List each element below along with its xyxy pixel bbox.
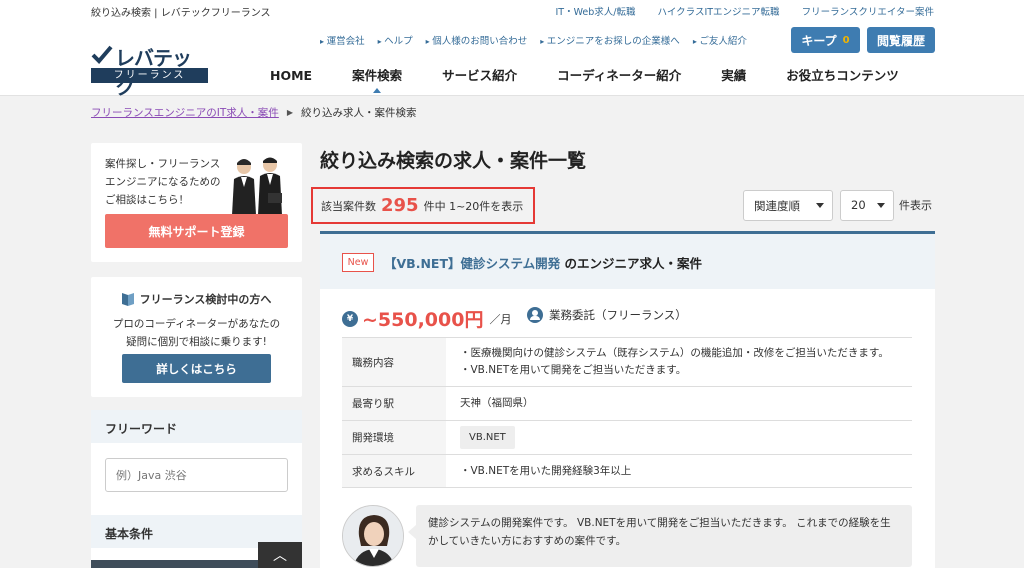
nav-contents[interactable]: お役立ちコンテンツ: [766, 66, 919, 88]
logo-subtext: フリーランス: [91, 68, 208, 83]
sort-value: 関連度順: [754, 199, 800, 213]
spec-value: ・医療機関向けの健診システム（既存システム）の機能追加・改修をご担当いただきます…: [446, 337, 912, 387]
spec-key: 最寄り駅: [342, 386, 446, 421]
consult-box: 案件探し・フリーランス エンジニアになるための ご相談はこちら！ 無料サポート登…: [91, 143, 302, 262]
table-row: 最寄り駅 天神（福岡県）: [342, 386, 912, 421]
coordinator-portrait: [343, 506, 403, 566]
consult-text: 案件探し・フリーランス エンジニアになるための ご相談はこちら！: [105, 155, 221, 209]
link-help[interactable]: ヘルプ: [378, 36, 413, 47]
site-logo[interactable]: レバテック フリーランス: [91, 44, 208, 99]
new-badge: New: [342, 253, 374, 272]
nav-service[interactable]: サービス紹介: [422, 66, 537, 88]
spec-key: 職務内容: [342, 337, 446, 387]
site-description: 絞り込み検索 | レバテックフリーランス: [91, 8, 271, 19]
spec-key: 開発環境: [342, 420, 446, 455]
chevron-up-icon: ︿: [273, 548, 287, 564]
spec-value-cell: VB.NET: [446, 420, 912, 455]
considering-line: プロのコーディネーターがあなたの: [112, 318, 281, 330]
contract-type: 業務委託（フリーランス）: [527, 307, 687, 323]
keep-count-badge: 0: [842, 34, 850, 46]
keep-label: キープ: [801, 33, 837, 48]
link-for-companies[interactable]: エンジニアをお探しの企業様へ: [540, 36, 680, 47]
site-header: 絞り込み検索 | レバテックフリーランス IT・Web求人/転職 ハイクラスIT…: [0, 0, 1024, 99]
count-number: 295: [381, 195, 419, 216]
job-card: New 【VB.NET】健診システム開発 のエンジニア求人・案件 ¥ ~550,…: [320, 231, 935, 568]
nav-home[interactable]: HOME: [250, 66, 332, 88]
considering-title-text: フリーランス検討中の方へ: [139, 293, 272, 306]
details-button[interactable]: 詳しくはこちら: [122, 354, 271, 383]
top-link-it-web[interactable]: IT・Web求人/転職: [555, 4, 635, 18]
considering-box: フリーランス検討中の方へ プロのコーディネーターがあなたの 疑問に個別で相談に乗…: [91, 277, 302, 397]
tech-tag[interactable]: VB.NET: [460, 426, 515, 449]
count-suffix: 件中 1~20件を表示: [423, 199, 524, 213]
page-title: 絞り込み検索の求人・案件一覧: [320, 150, 587, 172]
yen-icon: ¥: [342, 310, 358, 327]
book-icon: [121, 293, 134, 306]
free-support-signup-button[interactable]: 無料サポート登録: [105, 214, 288, 248]
table-row: 開発環境 VB.NET: [342, 420, 912, 455]
considering-title: フリーランス検討中の方へ: [91, 291, 302, 307]
link-referral[interactable]: ご友人紹介: [693, 36, 747, 47]
main-nav: HOME 案件検索 サービス紹介 コーディネーター紹介 実績 お役立ちコンテンツ: [250, 66, 919, 96]
caret-down-icon: [816, 203, 824, 208]
top-link-highclass[interactable]: ハイクラスITエンジニア転職: [658, 4, 780, 18]
table-row: 職務内容 ・医療機関向けの健診システム（既存システム）の機能追加・改修をご担当い…: [342, 337, 912, 387]
link-company[interactable]: 運営会社: [320, 36, 365, 47]
nav-results[interactable]: 実績: [701, 66, 766, 88]
salary-unit: ／月: [489, 312, 512, 326]
nav-coordinator[interactable]: コーディネーター紹介: [537, 66, 701, 88]
consult-line: エンジニアになるための: [105, 176, 221, 188]
scroll-to-top-button[interactable]: ︿: [258, 542, 302, 568]
check-logo-icon: [91, 45, 113, 64]
salary: ¥ ~550,000円 ／月: [342, 305, 511, 332]
considering-text: プロのコーディネーターがあなたの 疑問に個別で相談に乗ります!: [91, 315, 302, 351]
count-prefix: 該当案件数: [321, 199, 376, 213]
job-spec-table: 職務内容 ・医療機関向けの健診システム（既存システム）の機能追加・改修をご担当い…: [342, 337, 912, 488]
top-links: IT・Web求人/転職 ハイクラスITエンジニア転職 フリーランスクリエイター案…: [555, 4, 934, 18]
per-page-value: 20: [851, 198, 866, 212]
job-title: 【VB.NET】健診システム開発 のエンジニア求人・案件: [384, 253, 702, 272]
result-count: 該当案件数 295 件中 1~20件を表示: [311, 187, 535, 224]
chevron-right-icon: ▶: [286, 108, 293, 117]
job-card-header: New 【VB.NET】健診システム開発 のエンジニア求人・案件: [320, 234, 935, 289]
coordinator-comment: 健診システムの開発案件です。 VB.NETを用いて開発をご担当いただきます。 こ…: [408, 505, 912, 567]
coordinator-avatar: [342, 505, 404, 567]
caret-down-icon: [877, 203, 885, 208]
per-page-select[interactable]: 20: [840, 190, 894, 221]
spec-value: 天神（福岡県）: [446, 386, 912, 421]
consult-line: ご相談はこちら！: [105, 194, 189, 206]
considering-line: 疑問に個別で相談に乗ります!: [126, 336, 267, 348]
sort-select[interactable]: 関連度順: [743, 190, 833, 221]
freeword-input[interactable]: [105, 458, 288, 492]
nav-search[interactable]: 案件検索: [332, 66, 422, 88]
freeword-heading: フリーワード: [91, 410, 302, 443]
job-title-suffix: のエンジニア求人・案件: [560, 256, 702, 271]
contract-text: 業務委託（フリーランス）: [549, 308, 687, 322]
consult-line: 案件探し・フリーランス: [105, 158, 221, 170]
per-page-label: 件表示: [899, 199, 932, 212]
history-button[interactable]: 閲覧履歴: [867, 27, 935, 53]
table-row: 求めるスキル ・VB.NETを用いた開発経験3年以上: [342, 454, 912, 488]
salary-value: ~550,000円: [362, 309, 484, 331]
utility-links: 運営会社 ヘルプ 個人様のお問い合わせ エンジニアをお探しの企業様へ ご友人紹介: [320, 33, 747, 47]
spec-value: ・VB.NETを用いた開発経験3年以上: [446, 454, 912, 488]
person-icon: [527, 307, 543, 323]
job-title-link[interactable]: 【VB.NET】健診システム開発: [384, 256, 560, 271]
breadcrumb-current: 絞り込み求人・案件検索: [300, 107, 417, 119]
spec-key: 求めるスキル: [342, 454, 446, 488]
coordinators-image: [232, 157, 282, 215]
link-contact[interactable]: 個人様のお問い合わせ: [426, 36, 528, 47]
breadcrumb-link[interactable]: フリーランスエンジニアのIT求人・案件: [91, 105, 279, 120]
breadcrumb: フリーランスエンジニアのIT求人・案件 ▶ 絞り込み求人・案件検索: [91, 105, 416, 120]
top-link-creator[interactable]: フリーランスクリエイター案件: [802, 4, 934, 18]
keep-button[interactable]: キープ 0: [791, 27, 860, 53]
